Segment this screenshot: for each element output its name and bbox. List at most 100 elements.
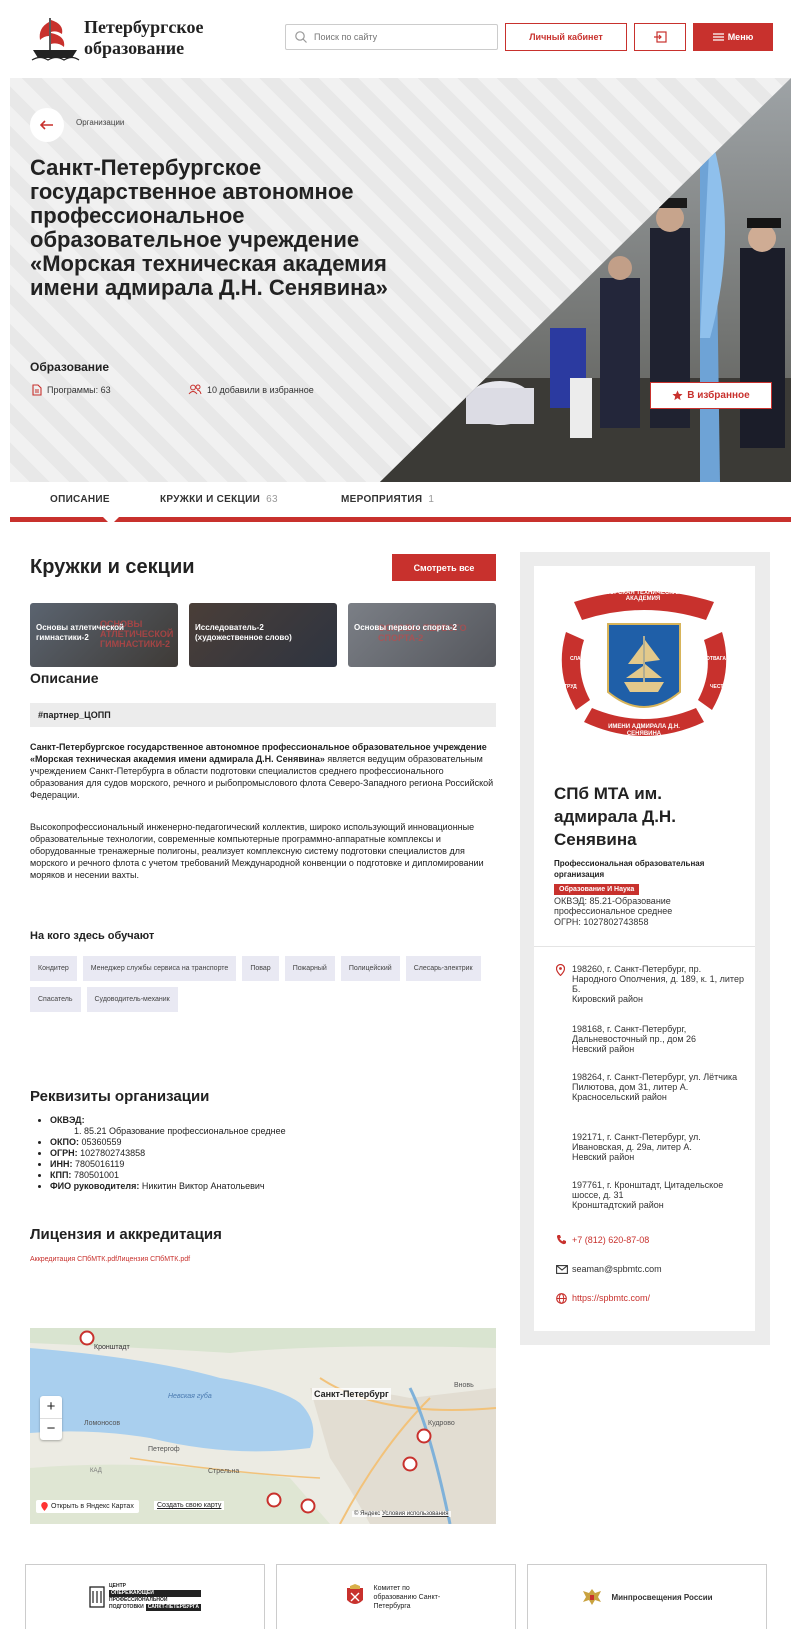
emblem-left-text: СЛАВА <box>570 656 588 662</box>
login-button[interactable] <box>634 23 686 51</box>
login-icon <box>654 31 667 43</box>
search-input[interactable] <box>314 28 494 46</box>
address-2: 198168, г. Санкт-Петербург, Дальневосточ… <box>572 1024 697 1054</box>
document-icon <box>32 384 42 396</box>
email-link[interactable]: seaman@spbmtc.com <box>572 1264 662 1274</box>
req-value: 05360559 <box>78 1137 122 1147</box>
emblem-top-text: МОРСКАЯ ТЕХНИЧЕСКАЯ АКАДЕМИЯ <box>604 590 682 602</box>
breadcrumb[interactable]: Организации <box>76 118 124 127</box>
profession-chip[interactable]: Слесарь-электрик <box>405 956 481 981</box>
org-category: Образование <box>30 360 110 374</box>
emblem-right-text-2: ЧЕСТЬ <box>710 684 727 690</box>
arrow-left-icon <box>40 120 53 130</box>
profession-chip[interactable]: Пожарный <box>284 956 335 981</box>
requisites-list: ОКВЭД:1. 85.21 Образование профессиональ… <box>30 1115 496 1192</box>
mail-icon <box>556 1265 568 1274</box>
license-links[interactable]: Аккредитация СПбМТК.pdfЛицензия СПбМТК.p… <box>30 1256 190 1263</box>
profession-chip[interactable]: Полицейский <box>340 956 400 981</box>
zoom-out-button[interactable]: − <box>40 1418 62 1440</box>
req-label: ОКПО: <box>50 1137 79 1147</box>
ship-logo-icon <box>31 18 80 61</box>
phone-icon <box>556 1235 566 1245</box>
map-label-lomonosov: Ломоносов <box>84 1420 121 1427</box>
zoom-in-button[interactable]: + <box>40 1396 62 1418</box>
partners-footer: ЦЕНТР ОПЕРЕЖАЮЩЕЙ ПРОФЕССИОНАЛЬНОЙ ПОДГО… <box>0 1560 791 1629</box>
back-button[interactable] <box>30 108 64 142</box>
org-type: Профессиональная образовательная организ… <box>554 859 705 879</box>
menu-button[interactable]: Меню <box>693 23 773 51</box>
location-map[interactable]: Кронштадт Санкт-Петербург Невская губа Л… <box>30 1328 496 1524</box>
partner-copp[interactable]: ЦЕНТР ОПЕРЕЖАЮЩЕЙ ПРОФЕССИОНАЛЬНОЙ ПОДГО… <box>25 1564 265 1629</box>
phone-link[interactable]: +7 (812) 620-87-08 <box>572 1235 649 1245</box>
active-tab-indicator <box>103 517 119 525</box>
category-badge: Образование И Наука <box>554 884 640 895</box>
map-copyright: © Яндекс Условия использования <box>352 1511 451 1517</box>
tab-description[interactable]: ОПИСАНИЕ <box>50 494 110 505</box>
card-title: Исследователь-2 (художественное слово) <box>195 623 292 642</box>
personal-cabinet-button[interactable]: Личный кабинет <box>505 23 627 51</box>
org-short-name: СПб МТА им. адмирала Д.Н. Сенявина <box>554 784 676 849</box>
circle-card[interactable]: ОСНОВЫ ПЕРВОГО СПОРТА-2 Основы первого с… <box>348 603 496 667</box>
tab-label: ОПИСАНИЕ <box>50 494 110 505</box>
copp-line-row: ПОДГОТОВКИ САНКТ-ПЕТЕРБУРГА <box>109 1604 202 1611</box>
description-paragraph-1: Санкт-Петербургское государственное авто… <box>30 741 496 801</box>
create-map-link[interactable]: Создать свою карту <box>154 1501 225 1510</box>
profession-chip[interactable]: Судоводитель-механик <box>86 987 178 1012</box>
tab-events[interactable]: МЕРОПРИЯТИЯ 1 <box>341 494 434 505</box>
site-logo[interactable]: Петербургское образование <box>30 14 230 62</box>
req-value: 7805016119 <box>72 1159 125 1169</box>
req-kpp: КПП: 780501001 <box>50 1170 496 1181</box>
site-header: Петербургское образование Личный кабинет… <box>0 0 791 75</box>
map-label-murino: Вновь <box>454 1382 474 1389</box>
open-in-yandex-link[interactable]: Открыть в Яндекс Картах <box>36 1500 139 1513</box>
search-box[interactable] <box>285 24 498 50</box>
star-icon <box>672 390 683 401</box>
partner-committee[interactable]: Комитет по образованию Санкт-Петербурга <box>276 1564 516 1629</box>
logo-line-1: Петербургское <box>84 17 204 37</box>
terms-link[interactable]: Условия использования <box>382 1511 449 1517</box>
circle-card[interactable]: ОСНОВЫ АТЛЕТИЧЕСКОЙ ГИМНАСТИКИ-2 Основы … <box>30 603 178 667</box>
copp-line: ЦЕНТР <box>108 1583 126 1589</box>
card-title: Основы первого спорта-2 <box>354 623 457 632</box>
map-label-bay: Невская губа <box>168 1393 212 1400</box>
logo-line-2: образование <box>84 38 185 58</box>
copp-emblem-icon <box>89 1586 105 1608</box>
description-paragraph-2: Высокопрофессиональный инженерно-педагог… <box>30 822 484 880</box>
tab-circles[interactable]: КРУЖКИ И СЕКЦИИ 63 <box>160 494 278 505</box>
req-okved: ОКВЭД:1. 85.21 Образование профессиональ… <box>50 1115 496 1137</box>
add-to-favorites-button[interactable]: В избранное <box>650 382 772 409</box>
circle-card[interactable]: Исследователь-2 (художественное слово) <box>189 603 337 667</box>
profession-chip[interactable]: Повар <box>242 956 279 981</box>
copyright-text: © Яндекс <box>354 1511 381 1517</box>
map-label-peterhof: Петергоф <box>148 1446 180 1453</box>
req-label: ФИО руководителя: <box>50 1181 140 1191</box>
req-value: 780501001 <box>71 1170 119 1180</box>
emblem-bottom-text: ИМЕНИ АДМИРАЛА Д.Н. СЕНЯВИНА <box>608 724 680 737</box>
programs-text: Программы: 63 <box>47 385 111 395</box>
website-link[interactable]: https://spbmtc.com/ <box>572 1293 650 1303</box>
org-sidebar: МОРСКАЯ ТЕХНИЧЕСКАЯ АКАДЕМИЯ СЛАВА ТРУД … <box>520 552 770 1345</box>
hamburger-icon <box>712 33 724 41</box>
map-pin-icon <box>41 1502 48 1511</box>
profession-chip[interactable]: Менеджер службы сервиса на транспорте <box>82 956 237 981</box>
profession-chip[interactable]: Кондитер <box>30 956 77 981</box>
tab-bar: ОПИСАНИЕ КРУЖКИ И СЕКЦИИ 63 МЕРОПРИЯТИЯ 1 <box>10 482 791 525</box>
circles-title: Кружки и секции <box>30 556 195 578</box>
circles-cards: ОСНОВЫ АТЛЕТИЧЕСКОЙ ГИМНАСТИКИ-2 Основы … <box>30 603 496 667</box>
card-title: Основы атлетической гимнастики-2 <box>36 623 124 642</box>
emblem-left-text-2: ТРУД <box>564 684 577 690</box>
map-label-strelna: Стрельна <box>208 1468 240 1475</box>
professions-title: На кого здесь обучают <box>30 930 155 942</box>
users-icon <box>188 384 202 395</box>
profession-chip[interactable]: Спасатель <box>30 987 81 1012</box>
favorites-count: 10 добавили в избранное <box>188 384 314 395</box>
address-3: 198264, г. Санкт-Петербург, ул. Лётчика … <box>572 1072 738 1102</box>
sidebar-okved: ОКВЭД: 85.21-Образование профессионально… <box>554 896 673 916</box>
partner-ministry[interactable]: Минпросвещения России <box>527 1564 767 1629</box>
logo-text: Петербургское образование <box>84 17 203 59</box>
tab-label: КРУЖКИ И СЕКЦИИ <box>160 494 261 505</box>
emblem-right-text: ОТВАГА <box>706 656 727 662</box>
copp-line: ПРОФЕССИОНАЛЬНОЙ <box>108 1597 168 1603</box>
see-all-button[interactable]: Смотреть все <box>392 554 496 581</box>
req-head: ФИО руководителя: Никитин Виктор Анатоль… <box>50 1181 496 1192</box>
